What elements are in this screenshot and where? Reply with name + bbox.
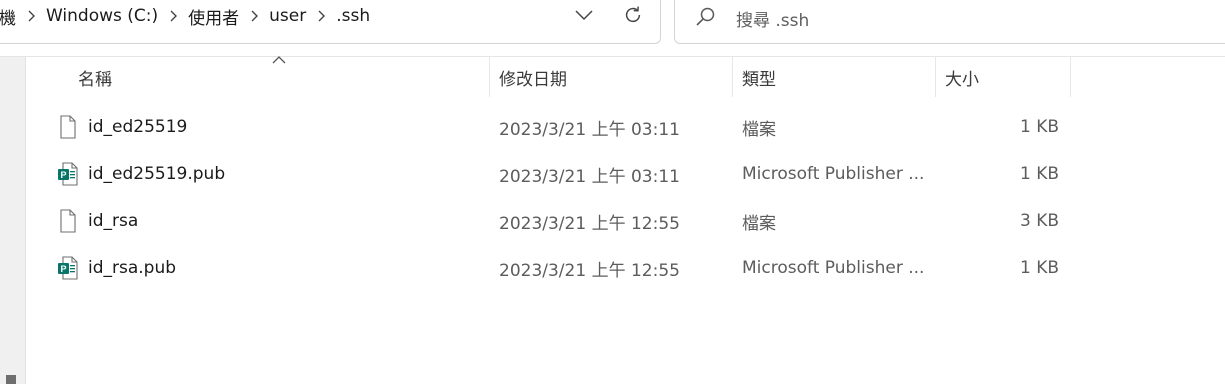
breadcrumb-this-pc[interactable]: 機 — [0, 4, 16, 29]
file-name[interactable]: id_rsa.pub — [88, 248, 176, 288]
column-divider[interactable] — [935, 57, 936, 97]
chevron-right-icon[interactable] — [306, 4, 336, 28]
navigation-pane — [0, 57, 26, 384]
file-name[interactable]: id_rsa — [88, 201, 138, 241]
file-size: 1 KB — [1019, 258, 1059, 278]
file-name[interactable]: id_ed25519.pub — [88, 154, 225, 194]
breadcrumb-users[interactable]: 使用者 — [188, 4, 239, 29]
chevron-right-icon[interactable] — [239, 4, 269, 28]
svg-text:P: P — [60, 170, 66, 180]
file-date: 2023/3/21 上午 03:11 — [499, 119, 680, 140]
column-header-type[interactable]: 類型 — [742, 57, 776, 97]
breadcrumb-drive-c[interactable]: Windows (C:) — [46, 6, 158, 26]
column-header-name[interactable]: 名稱 — [78, 57, 112, 97]
column-header-size[interactable]: 大小 — [945, 57, 979, 97]
column-divider[interactable] — [489, 57, 490, 97]
file-row[interactable]: id_rsa 2023/3/21 上午 12:55 檔案 3 KB — [26, 201, 1225, 241]
file-size: 3 KB — [1019, 211, 1059, 231]
column-header-date[interactable]: 修改日期 — [499, 57, 567, 97]
chevron-right-icon[interactable] — [16, 4, 46, 28]
search-icon — [696, 7, 715, 26]
file-icon — [60, 209, 76, 233]
file-icon — [60, 115, 76, 139]
file-type: 檔案 — [742, 213, 776, 234]
column-divider[interactable] — [732, 57, 733, 97]
file-name[interactable]: id_ed25519 — [88, 107, 187, 147]
file-row[interactable]: P id_rsa.pub 2023/3/21 上午 12:55 Microsof… — [26, 248, 1225, 288]
file-size: 1 KB — [1019, 164, 1059, 184]
address-toolbar: 機 Windows (C:) 使用者 user .ssh 搜尋 .ssh — [0, 0, 1225, 57]
file-type: Microsoft Publisher ... — [742, 164, 925, 184]
svg-text:P: P — [60, 264, 66, 274]
chevron-right-icon[interactable] — [158, 4, 188, 28]
refresh-icon[interactable] — [621, 3, 645, 27]
file-row[interactable]: id_ed25519 2023/3/21 上午 03:11 檔案 1 KB — [26, 107, 1225, 147]
file-type: 檔案 — [742, 119, 776, 140]
file-date: 2023/3/21 上午 03:11 — [499, 166, 680, 187]
file-date: 2023/3/21 上午 12:55 — [499, 213, 680, 234]
file-row[interactable]: P id_ed25519.pub 2023/3/21 上午 03:11 Micr… — [26, 154, 1225, 194]
file-type: Microsoft Publisher ... — [742, 258, 925, 278]
address-bar[interactable]: 機 Windows (C:) 使用者 user .ssh — [0, 0, 661, 44]
publisher-file-icon: P — [58, 162, 78, 186]
chevron-down-icon[interactable] — [573, 5, 595, 25]
file-size: 1 KB — [1019, 117, 1059, 137]
publisher-file-icon: P — [58, 256, 78, 280]
column-header: 名稱 修改日期 類型 大小 — [26, 56, 1225, 97]
search-input[interactable]: 搜尋 .ssh — [736, 6, 809, 31]
breadcrumb: 機 Windows (C:) 使用者 user .ssh — [0, 4, 370, 29]
column-divider[interactable] — [1070, 57, 1071, 97]
scrollbar-thumb[interactable] — [6, 375, 16, 384]
file-date: 2023/3/21 上午 12:55 — [499, 260, 680, 281]
search-box[interactable]: 搜尋 .ssh — [674, 0, 1225, 44]
breadcrumb-ssh[interactable]: .ssh — [336, 6, 370, 26]
sort-ascending-icon — [272, 56, 286, 64]
breadcrumb-user[interactable]: user — [269, 6, 306, 26]
